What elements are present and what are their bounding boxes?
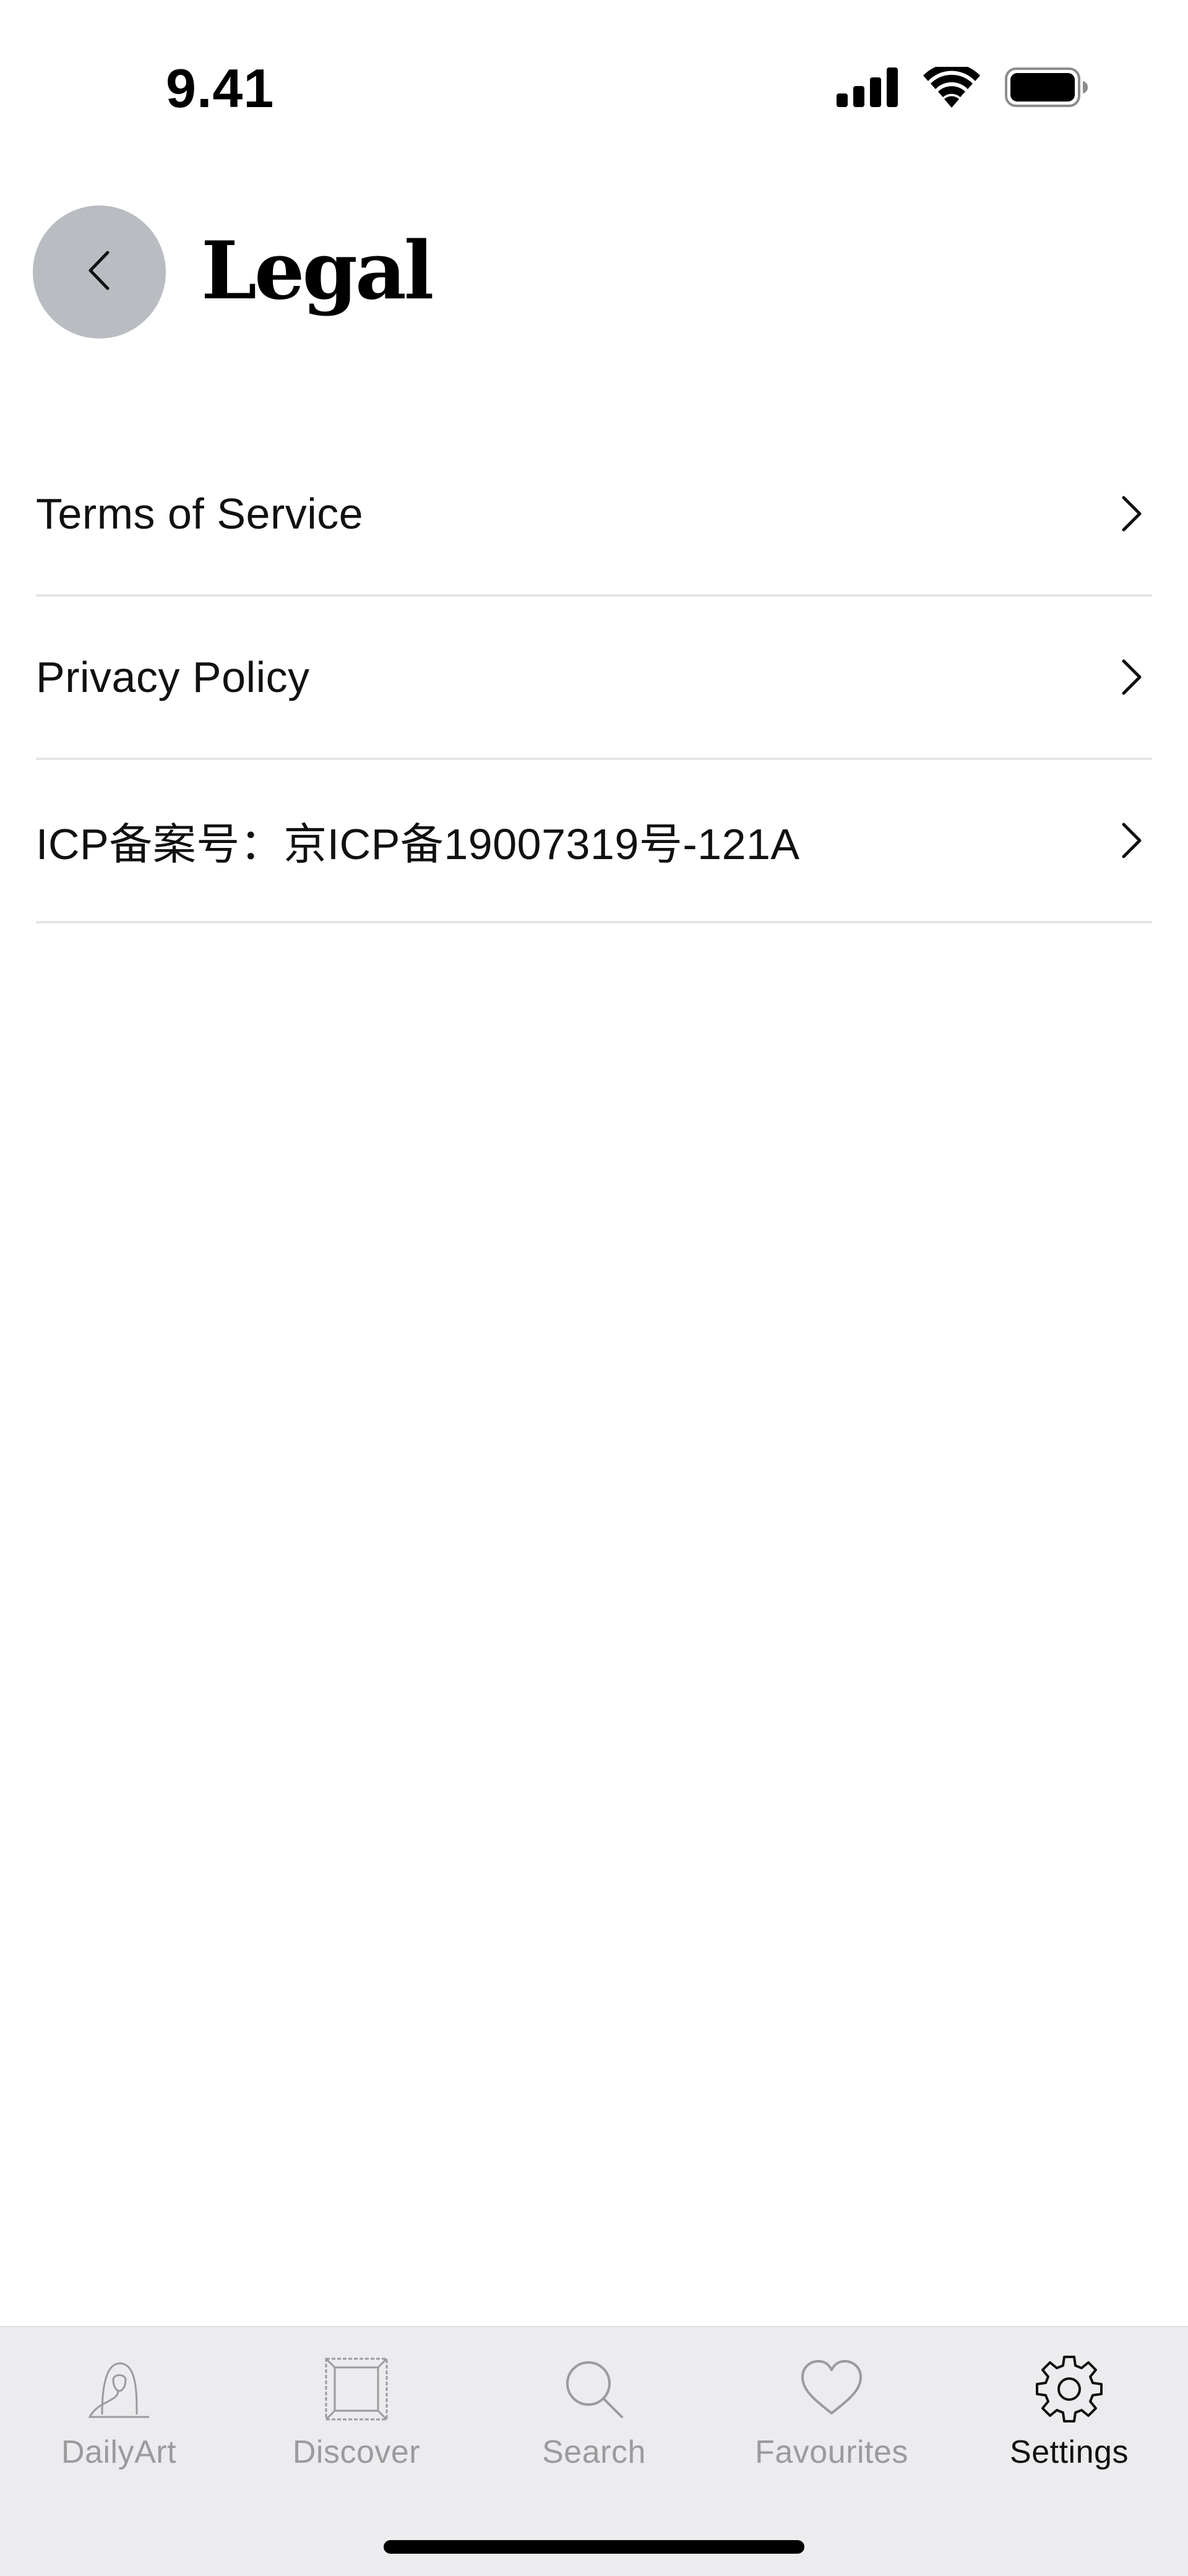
portrait-icon [79,2352,159,2426]
list-item-terms-of-service[interactable]: Terms of Service [36,433,1152,597]
legal-screen: 9.41 Legal Terms of Service Privacy Poli… [0,0,1188,2576]
status-time: 9.41 [166,58,275,119]
tab-dailyart[interactable]: DailyArt [0,2327,238,2500]
page-title: Legal [201,225,434,318]
chevron-right-icon [1113,822,1150,859]
tab-settings[interactable]: Settings [950,2327,1188,2500]
frame-icon [316,2352,397,2426]
back-button[interactable] [33,205,166,339]
tab-favourites[interactable]: Favourites [713,2327,950,2500]
tab-label: Discover [292,2434,421,2470]
status-icons [837,67,1089,108]
chevron-right-icon [1113,495,1150,532]
chevron-left-icon [84,249,115,295]
tab-label: Search [542,2434,646,2470]
status-bar: 9.41 [0,0,1188,155]
wifi-icon [923,67,980,108]
list-item-icp-record[interactable]: ICP备案号：京ICP备19007319号-121A [36,760,1152,923]
search-icon [554,2352,634,2426]
tab-bar: DailyArt Discover Search Favourites Sett… [0,2326,1188,2576]
tab-label: Favourites [755,2434,908,2470]
battery-icon [1005,67,1089,107]
cellular-signal-icon [837,67,898,107]
tabs: DailyArt Discover Search Favourites Sett… [0,2327,1188,2500]
heart-icon [791,2352,872,2426]
legal-list: Terms of Service Privacy Policy ICP备案号：京… [36,433,1152,923]
home-indicator[interactable] [384,2540,804,2554]
list-item-privacy-policy[interactable]: Privacy Policy [36,597,1152,760]
tab-label: DailyArt [61,2434,177,2470]
gear-icon [1029,2352,1109,2426]
chevron-right-icon [1113,659,1150,696]
list-item-label: ICP备案号：京ICP备19007319号-121A [36,819,800,868]
list-item-label: Terms of Service [36,490,364,538]
tab-label: Settings [1010,2434,1129,2470]
tab-search[interactable]: Search [475,2327,713,2500]
list-item-label: Privacy Policy [36,653,310,701]
tab-discover[interactable]: Discover [238,2327,475,2500]
